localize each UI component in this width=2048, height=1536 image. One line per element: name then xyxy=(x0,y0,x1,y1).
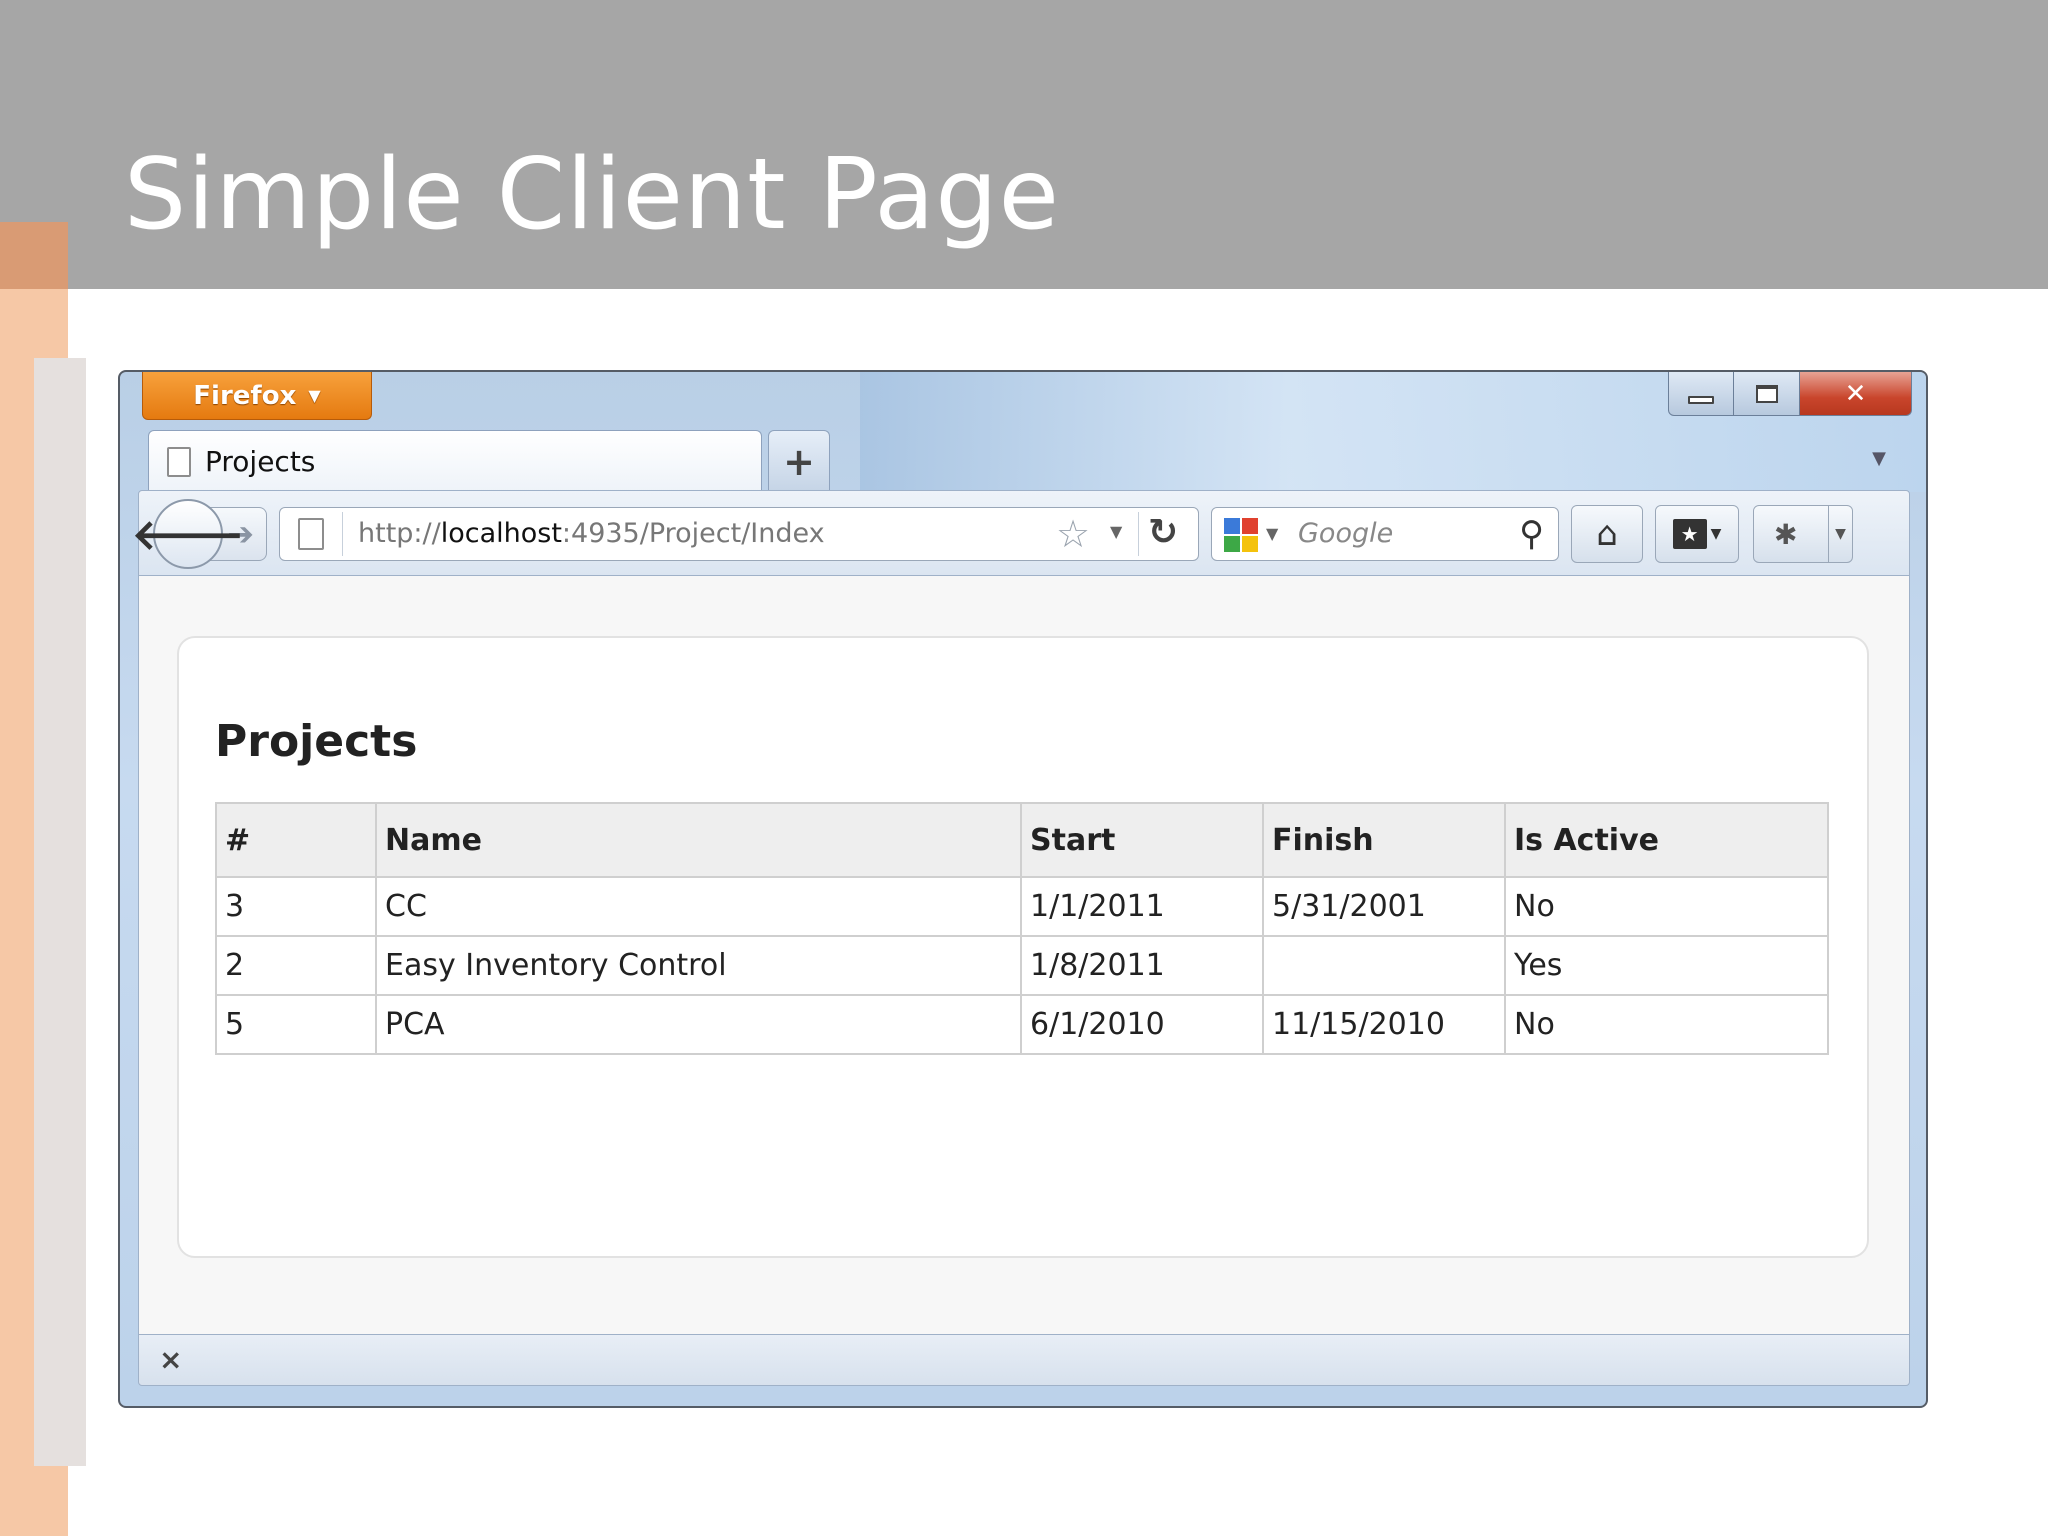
home-button[interactable]: ⌂ xyxy=(1571,505,1643,563)
google-logo-icon[interactable] xyxy=(1224,518,1258,552)
projects-table: # Name Start Finish Is Active 3 CC 1/1/2… xyxy=(215,802,1829,1055)
cell-start: 1/8/2011 xyxy=(1020,935,1264,996)
back-button[interactable]: 🡐 xyxy=(132,499,244,569)
accent-stripe xyxy=(34,358,86,1466)
table-row: 5 PCA 6/1/2010 11/15/2010 No xyxy=(215,994,1829,1055)
minimize-icon xyxy=(1688,395,1714,404)
cell-name: PCA xyxy=(375,994,1022,1055)
addon-button[interactable]: ✱ ▼ xyxy=(1753,505,1853,563)
magnifier-icon[interactable]: ⚲ xyxy=(1519,514,1544,554)
chevron-down-icon: ▼ xyxy=(1710,526,1722,542)
slide-title: Simple Client Page xyxy=(124,138,1060,252)
page-heading: Projects xyxy=(215,716,418,767)
close-icon[interactable]: × xyxy=(159,1343,182,1376)
search-input[interactable]: Google xyxy=(1298,518,1393,549)
bookmarks-button[interactable]: ★ ▼ xyxy=(1655,505,1739,563)
url-bar[interactable]: http://localhost:4935/Project/Index ☆ ▼ … xyxy=(279,507,1199,561)
cell-is-active: Yes xyxy=(1504,935,1829,996)
column-header-is-active: Is Active xyxy=(1504,802,1829,878)
reload-divider xyxy=(1138,512,1139,556)
slide: Simple Client Page Firefox ▼ ✕ Projects … xyxy=(0,0,2048,1536)
cell-name: Easy Inventory Control xyxy=(375,935,1022,996)
plus-icon: + xyxy=(783,439,815,484)
reload-icon[interactable]: ↻ xyxy=(1148,512,1178,553)
column-header-finish: Finish xyxy=(1262,802,1506,878)
chevron-down-icon[interactable]: ▼ xyxy=(1110,522,1122,541)
tab-list-button[interactable]: ▼ xyxy=(1872,448,1886,469)
url-host: localhost xyxy=(440,518,562,549)
firefox-menu-label: Firefox xyxy=(193,380,297,411)
column-header-start: Start xyxy=(1020,802,1264,878)
table-header-row: # Name Start Finish Is Active xyxy=(215,802,1829,878)
cell-start: 6/1/2010 xyxy=(1020,994,1264,1055)
status-bar: × xyxy=(138,1334,1910,1386)
firefox-menu-button[interactable]: Firefox ▼ xyxy=(142,372,372,420)
url-divider xyxy=(342,512,343,556)
table-row: 2 Easy Inventory Control 1/8/2011 Yes xyxy=(215,935,1829,996)
tab-projects[interactable]: Projects xyxy=(148,430,762,492)
bookmarks-icon: ★ xyxy=(1672,519,1707,549)
cell-number: 3 xyxy=(215,876,377,937)
back-arrow-icon: 🡐 xyxy=(131,509,245,559)
cell-finish: 5/31/2001 xyxy=(1262,876,1506,937)
minimize-button[interactable] xyxy=(1668,372,1734,416)
addon-icon: ✱ xyxy=(1774,517,1798,551)
page-content: Projects # Name Start Finish Is Active 3… xyxy=(138,576,1910,1334)
cell-finish: 11/15/2010 xyxy=(1262,994,1506,1055)
cell-name: CC xyxy=(375,876,1022,937)
close-window-button[interactable]: ✕ xyxy=(1800,372,1912,416)
page-icon xyxy=(298,518,324,550)
cell-is-active: No xyxy=(1504,876,1829,937)
star-icon[interactable]: ☆ xyxy=(1056,512,1090,556)
new-tab-button[interactable]: + xyxy=(768,430,830,492)
tab-label: Projects xyxy=(205,445,316,478)
window-controls: ✕ xyxy=(1668,372,1912,416)
url-prefix: http:// xyxy=(358,518,441,549)
cell-finish xyxy=(1262,935,1506,996)
search-bar[interactable]: ▼ Google ⚲ xyxy=(1211,507,1559,561)
close-icon: ✕ xyxy=(1844,378,1867,409)
chevron-down-icon[interactable]: ▼ xyxy=(1828,506,1852,562)
table-row: 3 CC 1/1/2011 5/31/2001 No xyxy=(215,876,1829,937)
column-header-name: Name xyxy=(375,802,1022,878)
url-path: :4935/Project/Index xyxy=(561,518,825,549)
cell-start: 1/1/2011 xyxy=(1020,876,1264,937)
column-header-number: # xyxy=(215,802,377,878)
chevron-down-icon: ▼ xyxy=(308,386,321,405)
url-text[interactable]: http://localhost:4935/Project/Index xyxy=(358,518,825,549)
maximize-icon xyxy=(1755,384,1778,403)
navigation-toolbar: ➔ 🡐 http://localhost:4935/Project/Index … xyxy=(132,490,1910,576)
browser-window: Firefox ▼ ✕ Projects + ▼ ➔ 🡐 http://loca… xyxy=(118,370,1928,1408)
chevron-down-icon[interactable]: ▼ xyxy=(1266,524,1278,543)
accent-block xyxy=(0,222,68,289)
maximize-button[interactable] xyxy=(1734,372,1800,416)
cell-number: 2 xyxy=(215,935,377,996)
cell-is-active: No xyxy=(1504,994,1829,1055)
content-panel: Projects # Name Start Finish Is Active 3… xyxy=(177,636,1869,1258)
home-icon: ⌂ xyxy=(1596,514,1618,554)
cell-number: 5 xyxy=(215,994,377,1055)
page-icon xyxy=(167,446,191,477)
